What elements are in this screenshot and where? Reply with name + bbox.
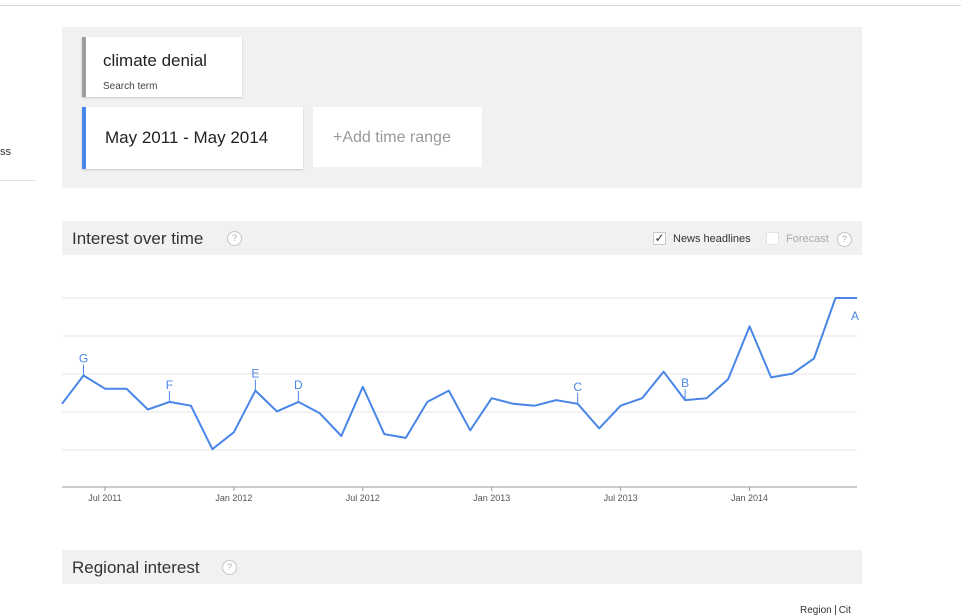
chart-x-tick-label: Jan 2014 [731, 493, 768, 503]
chart-annotation-e[interactable]: E [251, 367, 259, 391]
interest-over-time-chart: Jul 2011 Jan 2012 Jul 2012 Jan 2013 Jul 2013… [61, 297, 859, 503]
chart-x-tick-label: Jan 2013 [473, 493, 510, 503]
regional-help-icon[interactable]: ? [222, 560, 237, 575]
chart-annotation-label: D [294, 378, 303, 392]
trends-page: ss climate denial Search term May 2011 -… [0, 0, 961, 615]
footer-region-tab[interactable]: Region [800, 605, 832, 615]
chart-annotation-label: B [681, 376, 689, 390]
chart-annotation-label: A [851, 309, 859, 323]
chart-annotation-label: E [251, 367, 259, 381]
chart-gridlines [62, 297, 857, 451]
chart-x-tick-label: Jul 2012 [346, 493, 380, 503]
chart-annotation-c[interactable]: C [573, 380, 582, 404]
chart-annotation-d[interactable]: D [294, 378, 303, 402]
footer-tabs-cut: Region Cit [800, 605, 851, 615]
regional-interest-title: Regional interest [72, 558, 200, 577]
chart-annotation-f[interactable]: F [166, 378, 173, 402]
chart-annotation-label: F [166, 378, 173, 392]
chart-annotation-label: C [573, 380, 582, 394]
regional-interest-header: Regional interest ? [62, 550, 862, 584]
chart-x-tick-label: Jan 2012 [215, 493, 252, 503]
chart-x-ticks: Jul 2011 Jan 2012 Jul 2012 Jan 2013 Jul 2013… [88, 487, 768, 503]
chart-annotation-a[interactable]: A [851, 309, 859, 323]
chart-annotation-g[interactable]: G [79, 351, 88, 376]
chart-annotation-label: G [79, 351, 88, 365]
chart-annotations: G F E D C B A [79, 309, 859, 404]
footer-city-tab[interactable]: Cit [839, 605, 851, 615]
chart-x-tick-label: Jul 2011 [88, 493, 121, 503]
chart-x-tick-label: Jul 2013 [604, 493, 638, 503]
